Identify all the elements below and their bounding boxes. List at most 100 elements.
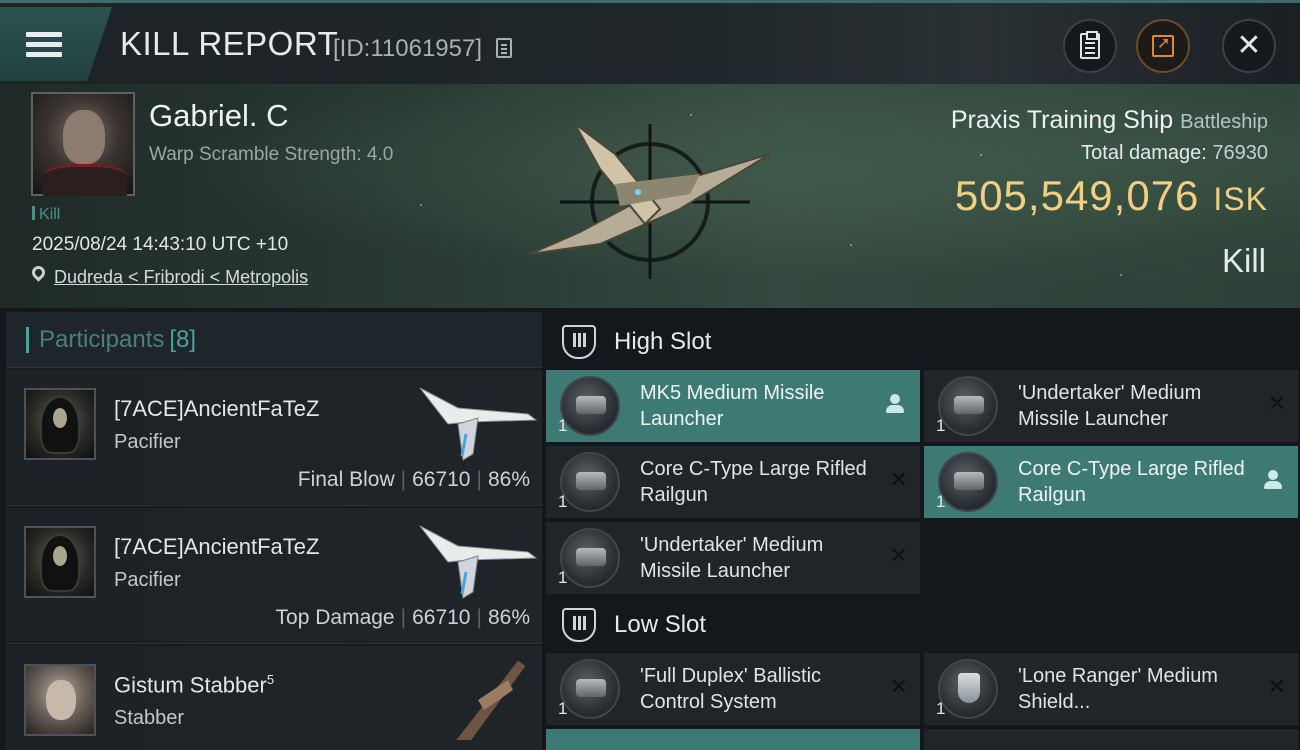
participants-label: Participants	[39, 325, 165, 353]
participant-ship-image	[419, 387, 538, 461]
low-slot-header: Low Slot	[546, 597, 1300, 653]
missile-launcher-icon	[560, 528, 620, 588]
warp-scramble-strength: Warp Scramble Strength: 4.0	[149, 144, 394, 165]
missile-launcher-icon	[560, 376, 620, 436]
module-item[interactable]: 1 'Undertaker' Medium Missile Launcher ✕	[924, 370, 1298, 442]
participant-stats: Final Blow | 66710 | 86%	[297, 468, 530, 491]
module-item[interactable]: 1 'Undertaker' Medium Missile Launcher ✕	[546, 522, 920, 594]
participant-name-superscript: 5	[266, 672, 275, 687]
participant-avatar[interactable]	[24, 664, 96, 736]
participant-percent: 86%	[487, 468, 530, 491]
destroyed-icon: ✕	[889, 468, 908, 493]
module-item-partial[interactable]	[924, 729, 1298, 750]
participant-damage: 66710	[412, 468, 471, 491]
participant-name: Gistum Stabber5	[114, 672, 275, 698]
isk-value: 505,549,076 ISK	[955, 172, 1268, 220]
close-button[interactable]: ✕	[1222, 19, 1276, 73]
star	[980, 154, 982, 156]
participants-count: [8]	[169, 325, 197, 353]
participant-role: Top Damage	[275, 606, 395, 629]
page-title: KILL REPORT	[120, 25, 339, 62]
module-quantity: 1	[936, 699, 946, 718]
location-link[interactable]: Dudreda < Fribrodi < Metropolis	[54, 267, 308, 288]
participant-row[interactable]: [7ACE]AncientFaTeZ Pacifier Top Damage | 6…	[6, 508, 542, 644]
destroyed-icon: ✕	[889, 675, 908, 700]
kill-tag: Kill	[32, 206, 60, 224]
user-icon	[886, 394, 904, 414]
victim-avatar[interactable]	[31, 92, 135, 196]
report-id: [ID:11061957]	[333, 35, 483, 62]
module-quantity: 1	[558, 492, 568, 511]
module-quantity: 1	[558, 416, 568, 435]
user-icon	[1264, 470, 1282, 490]
total-damage-value: 76930	[1212, 142, 1268, 164]
module-name: 'Full Duplex' Ballistic Control System	[640, 665, 822, 713]
kill-timestamp: 2025/08/24 14:43:10 UTC +10	[32, 234, 289, 255]
missile-launcher-icon	[938, 376, 998, 436]
participant-name: [7ACE]AncientFaTeZ	[114, 534, 320, 559]
share-button[interactable]	[1136, 19, 1190, 73]
participant-damage: 66710	[412, 606, 471, 629]
low-slot-icon	[562, 608, 596, 642]
header-bar: KILL REPORT [ID:11061957] ✕	[0, 0, 1300, 84]
railgun-icon	[938, 452, 998, 512]
module-item[interactable]: 1 MK5 Medium Missile Launcher	[546, 370, 920, 442]
high-slot-icon	[562, 325, 596, 359]
module-item[interactable]: 1 Core C-Type Large Rifled Railgun	[924, 446, 1298, 518]
module-quantity: 1	[558, 699, 568, 718]
module-quantity: 1	[558, 568, 568, 587]
participant-ship-image	[419, 525, 538, 599]
high-slot-label: High Slot	[614, 328, 712, 355]
star	[420, 204, 422, 206]
star	[850, 244, 852, 246]
participant-ship: Stabber	[114, 707, 185, 729]
share-icon	[1152, 33, 1174, 57]
menu-button[interactable]	[0, 7, 112, 81]
participant-avatar[interactable]	[24, 388, 96, 460]
participant-ship: Pacifier	[114, 431, 181, 453]
copy-icon[interactable]	[496, 38, 512, 58]
module-quantity: 1	[936, 492, 946, 511]
fitting-panel: High Slot 1 MK5 Medium Missile Launcher …	[546, 312, 1300, 750]
victim-ship-class: Battleship	[1180, 111, 1268, 133]
module-quantity: 1	[936, 416, 946, 435]
participant-role: Final Blow	[297, 468, 395, 491]
destroyed-icon: ✕	[1267, 392, 1286, 417]
isk-amount: 505,549,076	[954, 172, 1200, 219]
low-slot-label: Low Slot	[614, 611, 707, 638]
module-name: 'Lone Ranger' Medium Shield...	[1018, 665, 1218, 713]
clipboard-icon	[1080, 31, 1100, 59]
star	[1120, 274, 1122, 276]
module-item[interactable]: 1 Core C-Type Large Rifled Railgun ✕	[546, 446, 920, 518]
module-item[interactable]: 1 'Full Duplex' Ballistic Control System…	[546, 653, 920, 725]
module-name: MK5 Medium Missile Launcher	[640, 382, 825, 430]
total-damage: Total damage: 76930	[1081, 142, 1268, 165]
module-name: 'Undertaker' Medium Missile Launcher	[640, 534, 824, 582]
victim-ship-image	[529, 123, 771, 279]
module-item-partial[interactable]	[546, 729, 920, 750]
participant-name: [7ACE]AncientFaTeZ	[114, 396, 320, 421]
module-name: Core C-Type Large Rifled Railgun	[1018, 458, 1245, 506]
location-pin-icon	[29, 263, 48, 282]
victim-name[interactable]: Gabriel. C	[149, 98, 289, 134]
victim-ship[interactable]: Praxis Training Ship Battleship	[951, 106, 1268, 135]
participant-percent: 86%	[487, 606, 530, 629]
participants-panel: Participants [8] [7ACE]AncientFaTeZ Paci…	[6, 312, 542, 750]
railgun-icon	[560, 452, 620, 512]
module-name: Core C-Type Large Rifled Railgun	[640, 458, 867, 506]
module-item[interactable]: 1 'Lone Ranger' Medium Shield... ✕	[924, 653, 1298, 725]
high-slot-header: High Slot	[546, 314, 1300, 370]
clipboard-button[interactable]	[1063, 19, 1117, 73]
destroyed-icon: ✕	[1267, 675, 1286, 700]
participant-avatar[interactable]	[24, 526, 96, 598]
destroyed-icon: ✕	[889, 544, 908, 569]
participant-ship: Pacifier	[114, 569, 181, 591]
victim-banner: Gabriel. C Warp Scramble Strength: 4.0 K…	[0, 84, 1300, 308]
participant-row[interactable]: Gistum Stabber5 Stabber	[6, 646, 542, 750]
menu-icon	[26, 27, 62, 62]
participant-row[interactable]: [7ACE]AncientFaTeZ Pacifier Final Blow | 6…	[6, 370, 542, 506]
result-label: Kill	[1221, 242, 1266, 279]
close-icon: ✕	[1236, 28, 1262, 63]
participants-header: Participants [8]	[6, 312, 542, 368]
victim-ship-name: Praxis Training Ship	[950, 106, 1174, 134]
